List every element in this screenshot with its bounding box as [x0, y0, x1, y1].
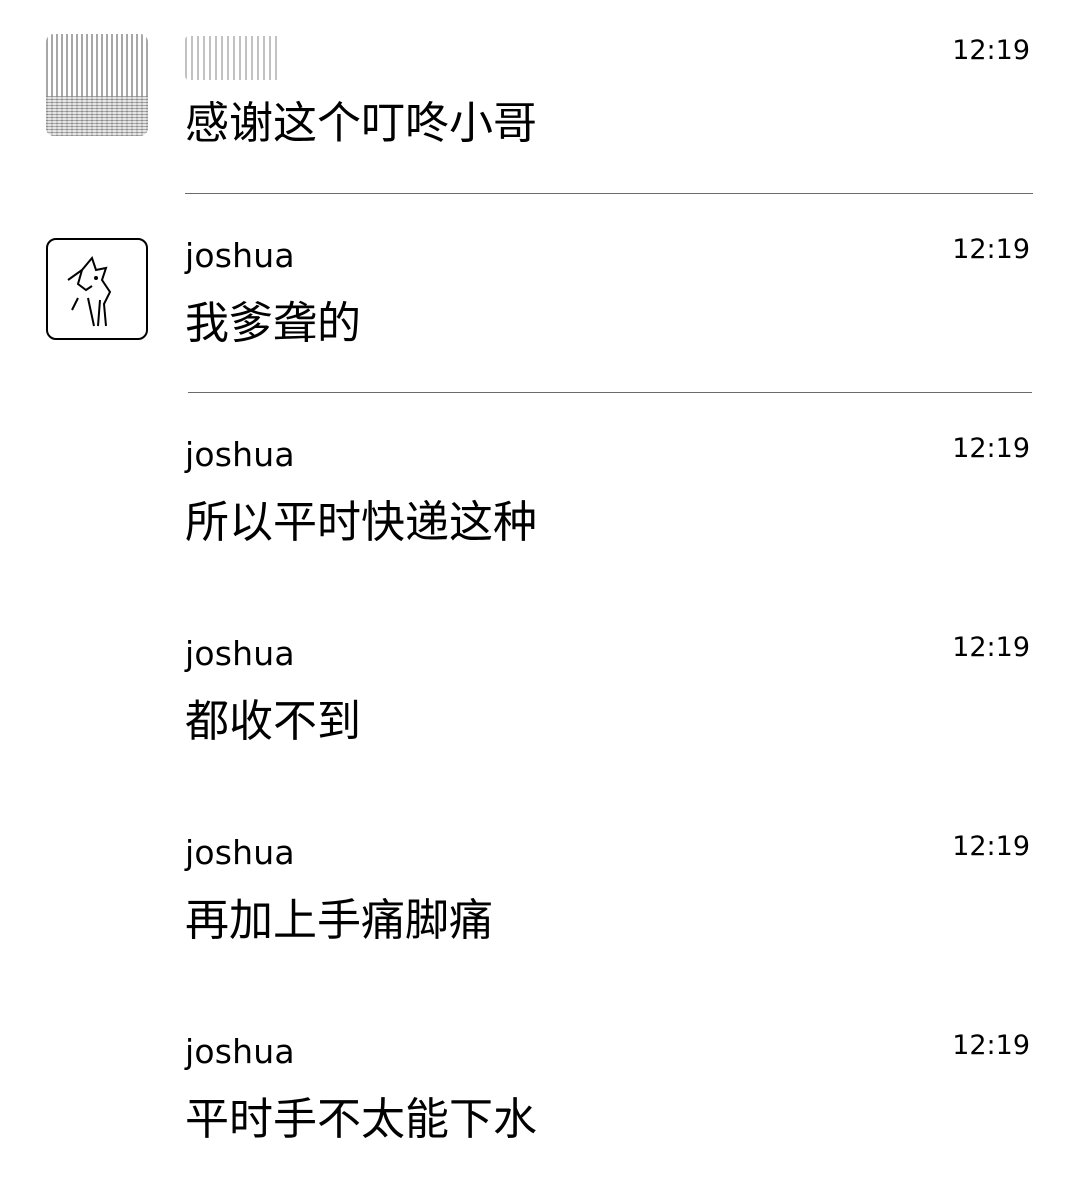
- sender-name: joshua: [185, 634, 295, 673]
- sender-name: joshua: [185, 236, 295, 275]
- cartoon-fox-icon: [67, 255, 112, 327]
- sender-name-redacted: [185, 36, 281, 80]
- sender-name: joshua: [185, 833, 295, 872]
- message-text: 都收不到: [185, 696, 361, 747]
- message-time: 12:19: [952, 831, 1030, 862]
- divider: [188, 392, 1032, 393]
- message-time: 12:19: [952, 632, 1030, 663]
- avatar[interactable]: [46, 238, 148, 340]
- message-text: 我爹聋的: [185, 298, 361, 349]
- message-time: 12:19: [952, 35, 1030, 66]
- message-text: 平时手不太能下水: [185, 1094, 537, 1145]
- message-time: 12:19: [952, 433, 1030, 464]
- sender-name: joshua: [185, 1032, 295, 1071]
- message-text: 再加上手痛脚痛: [185, 895, 493, 946]
- message-time: 12:19: [952, 234, 1030, 265]
- divider: [185, 193, 1033, 194]
- message-text: 所以平时快递这种: [185, 497, 537, 548]
- message-time: 12:19: [952, 1030, 1030, 1061]
- message-text: 感谢这个叮咚小哥: [185, 98, 537, 149]
- sender-name: joshua: [185, 435, 295, 474]
- avatar[interactable]: [46, 34, 148, 136]
